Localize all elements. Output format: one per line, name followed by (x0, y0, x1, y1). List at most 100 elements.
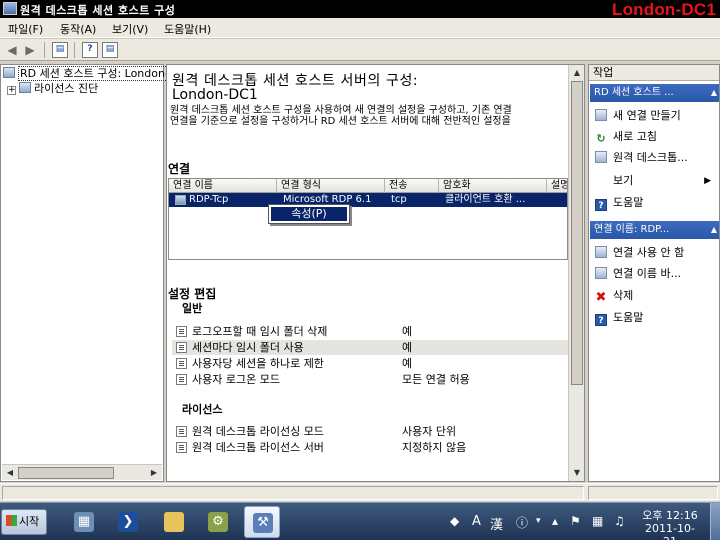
settings-list: 일반 로그오프할 때 임시 폴더 삭제 예 세션마다 임시 폴더 사용 예 사용… (168, 302, 568, 481)
menu-view[interactable]: 보기(V) (112, 21, 148, 37)
action-label: 새 연결 만들기 (613, 109, 681, 122)
collapse-caret-icon[interactable]: ▲ (711, 84, 717, 102)
context-menu: 속성(P) (268, 204, 350, 224)
actions-section-connection[interactable]: 연결 이름: RDP... ▲ (590, 221, 719, 239)
action-label: 도움말 (613, 196, 644, 209)
actions-section-rd-host[interactable]: RD 세션 호스트 ... ▲ (590, 84, 719, 102)
status-bar (0, 483, 720, 501)
details-pane: 원격 데스크톱 세션 호스트 서버의 구성: London-DC1 원격 데스크… (166, 64, 585, 482)
horizontal-scrollbar[interactable]: ◀ ▶ (2, 464, 162, 480)
taskbar-server-manager[interactable]: ▦ (66, 506, 102, 538)
setting-value: 모든 연결 허용 (402, 373, 470, 386)
collapse-caret-icon[interactable]: ▲ (711, 221, 717, 239)
network-icon[interactable]: ▦ (592, 514, 603, 528)
action-delete[interactable]: ✖ 삭제 (595, 288, 719, 304)
rd-config-icon: ⚒ (253, 513, 273, 533)
action-remote-desktop[interactable]: 원격 데스크톱... (595, 150, 719, 166)
list-item[interactable]: 원격 데스크톱 라이선싱 모드 사용자 단위 (172, 424, 568, 439)
action-label: 보기 (613, 174, 634, 187)
property-icon (176, 374, 187, 385)
show-hide-action-pane-icon[interactable]: ▤ (102, 42, 118, 58)
action-rename-connection[interactable]: 연결 이름 바... (595, 266, 719, 282)
language-bar-icon[interactable]: ◆ (450, 514, 459, 528)
action-center-flag-icon[interactable]: ⚑ (570, 514, 581, 528)
watermark-text: London-DC1 (612, 0, 716, 19)
actions-title: 작업 (589, 65, 719, 81)
list-item[interactable]: 사용자당 세션을 하나로 제한 예 (172, 356, 568, 371)
menu-help[interactable]: 도움말(H) (164, 21, 211, 37)
cell-transport: tcp (391, 194, 407, 205)
list-item[interactable]: 사용자 로그온 모드 모든 연결 허용 (172, 372, 568, 387)
back-arrow-icon[interactable]: ◀ (4, 42, 20, 58)
setting-name: 로그오프할 때 임시 폴더 삭제 (192, 325, 328, 338)
taskbar-tools[interactable]: ⚙ (200, 506, 236, 538)
action-refresh[interactable]: ↻ 새로 고침 (595, 129, 719, 145)
app-icon (3, 2, 17, 15)
expand-plus-icon[interactable]: + (7, 86, 16, 95)
actions-pane: 작업 RD 세션 호스트 ... ▲ 새 연결 만들기 ↻ 새로 고침 원격 데스크… (588, 64, 720, 482)
ime-hanja[interactable]: 漢 (490, 514, 503, 533)
taskbar-explorer[interactable] (156, 506, 192, 538)
clock[interactable]: 오후 12:16 2011-10-21 (640, 509, 700, 540)
volume-icon[interactable]: ♫ (614, 514, 625, 528)
list-item[interactable]: 세션마다 임시 폴더 사용 예 (172, 340, 568, 355)
taskbar-powershell[interactable]: ❯ (110, 506, 146, 538)
status-segment (588, 486, 718, 500)
action-view[interactable]: 보기 ▶ (595, 173, 719, 189)
windows-flag-icon (6, 515, 17, 526)
forward-arrow-icon[interactable]: ▶ (22, 42, 38, 58)
menu-bar: 파일(F) 동작(A) 보기(V) 도움말(H) (0, 18, 720, 38)
table-row[interactable]: RDP-Tcp Microsoft RDP 6.1 tcp 클라이언트 호환 .… (169, 193, 567, 207)
scroll-right-icon[interactable]: ▶ (147, 466, 161, 480)
ime-options-icon[interactable]: ▾ (536, 516, 541, 526)
show-desktop-button[interactable] (710, 503, 720, 540)
taskbar-rd-session-host-config[interactable]: ⚒ (244, 506, 280, 538)
column-header-encryption[interactable]: 암호화 (439, 179, 547, 193)
description-line: 연결을 기준으로 설정을 구성하거나 RD 세션 호스트 서버에 대해 전반적인… (170, 116, 511, 127)
show-hide-tree-icon[interactable]: ▤ (52, 42, 68, 58)
column-header-type[interactable]: 연결 형식 (277, 179, 385, 193)
action-new-connection[interactable]: 새 연결 만들기 (595, 108, 719, 124)
scroll-up-icon[interactable]: ▲ (570, 66, 584, 80)
delete-x-icon: ✖ (595, 290, 607, 305)
scrollbar-thumb[interactable] (18, 467, 114, 479)
menu-item-properties[interactable]: 속성(P) (271, 207, 347, 221)
action-help[interactable]: ? 도움말 (595, 195, 719, 211)
action-label: 연결 사용 안 함 (613, 246, 685, 259)
column-header-name[interactable]: 연결 이름 (169, 179, 277, 193)
blank-icon (595, 174, 607, 186)
setting-value: 예 (402, 341, 413, 354)
scrollbar-thumb[interactable] (571, 81, 583, 385)
start-button[interactable]: 시작 (1, 509, 47, 535)
menu-action[interactable]: 동작(A) (60, 21, 96, 37)
column-header-transport[interactable]: 전송 (385, 179, 439, 193)
toolbar: ◀ ▶ ▤ ? ▤ (0, 38, 720, 61)
tree-item-license-diagnosis[interactable]: + 라이선스 진단 (7, 82, 98, 96)
taskbar: 시작 ▦ ❯ ⚙ ⚒ ◆ A 漢 ⓘ ▾ ▴ ⚑ ▦ ♫ 오후 12:16 20… (0, 502, 720, 540)
menu-file[interactable]: 파일(F) (8, 21, 43, 37)
scroll-left-icon[interactable]: ◀ (3, 466, 17, 480)
cell-encryption: 클라이언트 호환 ... (445, 194, 526, 205)
setting-name: 세션마다 임시 폴더 사용 (192, 341, 304, 354)
list-item[interactable]: 로그오프할 때 임시 폴더 삭제 예 (172, 324, 568, 339)
server-config-icon (3, 67, 15, 78)
action-help-2[interactable]: ? 도움말 (595, 310, 719, 326)
time: 12:16 (666, 509, 698, 522)
column-header-description[interactable]: 설명 (547, 179, 567, 193)
system-tray: ◆ A 漢 ⓘ ▾ ▴ ⚑ ▦ ♫ 오후 12:16 2011-10-21 (444, 507, 720, 540)
date: 2011-10-21 (645, 522, 695, 540)
remote-desktop-icon (595, 151, 607, 163)
show-hidden-icons[interactable]: ▴ (552, 514, 558, 528)
setting-value: 사용자 단위 (402, 425, 457, 438)
list-item[interactable]: 원격 데스크톱 라이선스 서버 지정하지 않음 (172, 440, 568, 455)
refresh-icon: ↻ (596, 132, 606, 145)
window-title: 원격 데스크톱 세션 호스트 구성 (20, 4, 176, 17)
ime-help-icon[interactable]: ⓘ (516, 514, 528, 531)
ime-mode-a[interactable]: A (472, 514, 481, 529)
start-label: 시작 (19, 515, 40, 528)
help-icon: ? (595, 314, 607, 326)
scroll-down-icon[interactable]: ▼ (570, 466, 584, 480)
vertical-scrollbar[interactable]: ▲ ▼ (568, 65, 584, 481)
action-disable-connection[interactable]: 연결 사용 안 함 (595, 245, 719, 261)
help-icon[interactable]: ? (82, 42, 98, 58)
